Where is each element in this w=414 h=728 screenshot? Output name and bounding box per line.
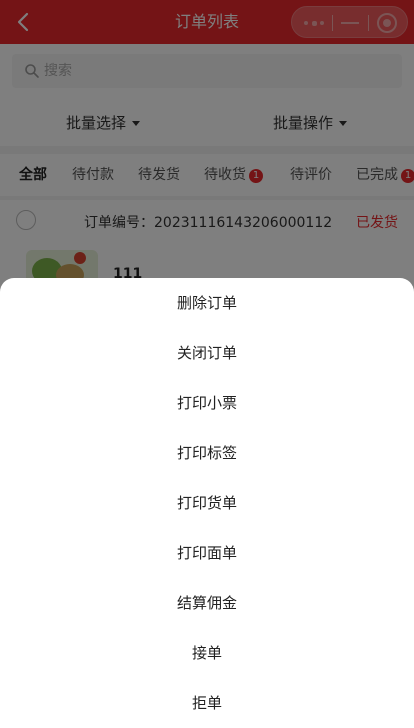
action-accept-order[interactable]: 接单	[0, 628, 414, 678]
action-print-waybill[interactable]: 打印面单	[0, 528, 414, 578]
action-print-label[interactable]: 打印标签	[0, 428, 414, 478]
action-settle-commission[interactable]: 结算佣金	[0, 578, 414, 628]
action-delete-order[interactable]: 删除订单	[0, 278, 414, 328]
action-sheet: 删除订单 关闭订单 打印小票 打印标签 打印货单 打印面单 结算佣金 接单 拒单	[0, 278, 414, 728]
action-close-order[interactable]: 关闭订单	[0, 328, 414, 378]
action-reject-order[interactable]: 拒单	[0, 678, 414, 728]
action-print-receipt[interactable]: 打印小票	[0, 378, 414, 428]
action-print-packing-slip[interactable]: 打印货单	[0, 478, 414, 528]
